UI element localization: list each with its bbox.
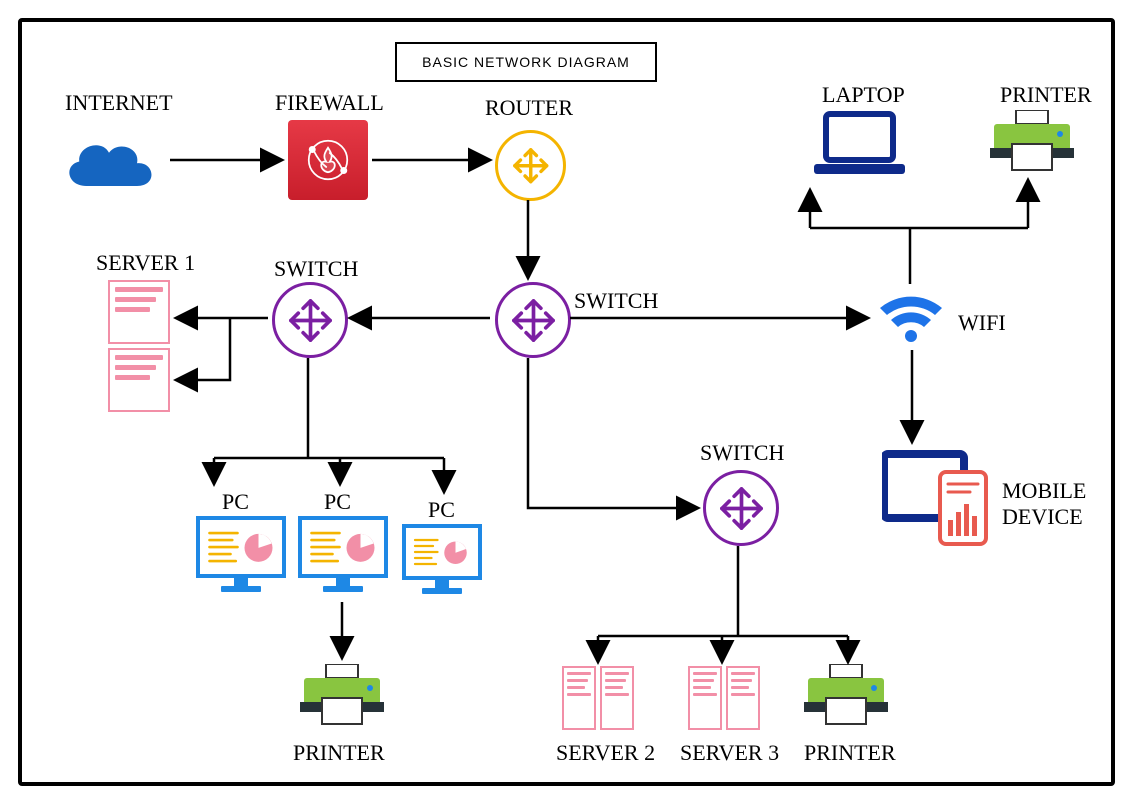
pc1-icon xyxy=(196,516,286,592)
server2-icon xyxy=(562,666,634,734)
label-pc3: PC xyxy=(428,497,455,523)
label-printer2: PRINTER xyxy=(804,740,896,766)
label-firewall: FIREWALL xyxy=(275,90,384,116)
wifi-icon xyxy=(876,290,946,345)
cloud-icon xyxy=(54,130,164,200)
switch-icon-left xyxy=(272,282,348,358)
label-internet: INTERNET xyxy=(65,90,173,116)
pc3-icon xyxy=(402,524,482,594)
router-icon xyxy=(495,130,566,201)
label-pc1: PC xyxy=(222,489,249,515)
label-switch-center: SWITCH xyxy=(574,288,658,314)
laptop-icon xyxy=(812,110,907,180)
server1-icon xyxy=(108,280,166,416)
label-printer3: PRINTER xyxy=(1000,82,1092,108)
diagram-title: BASIC NETWORK DIAGRAM xyxy=(422,54,630,70)
label-laptop: LAPTOP xyxy=(822,82,905,108)
label-wifi: WIFI xyxy=(958,310,1006,336)
server3-icon xyxy=(688,666,760,734)
label-server1: SERVER 1 xyxy=(96,250,195,276)
pc2-icon xyxy=(298,516,388,592)
printer3-icon xyxy=(990,110,1074,174)
firewall-icon xyxy=(288,120,368,200)
label-mobile-2: DEVICE xyxy=(1002,504,1083,530)
printer1-icon xyxy=(300,664,384,728)
diagram-title-box: BASIC NETWORK DIAGRAM xyxy=(395,42,657,82)
label-printer1: PRINTER xyxy=(293,740,385,766)
label-mobile-1: MOBILE xyxy=(1002,478,1086,504)
label-server3: SERVER 3 xyxy=(680,740,779,766)
label-server2: SERVER 2 xyxy=(556,740,655,766)
label-switch-bottom: SWITCH xyxy=(700,440,784,466)
printer2-icon xyxy=(804,664,888,728)
label-pc2: PC xyxy=(324,489,351,515)
switch-icon-bottom xyxy=(703,470,779,546)
label-router: ROUTER xyxy=(485,95,573,121)
label-switch-left: SWITCH xyxy=(274,256,358,282)
diagram-canvas: BASIC NETWORK DIAGRAM INTERNET FIREWALL … xyxy=(0,0,1133,804)
switch-icon-center xyxy=(495,282,571,358)
mobile-device-icon xyxy=(882,448,992,548)
